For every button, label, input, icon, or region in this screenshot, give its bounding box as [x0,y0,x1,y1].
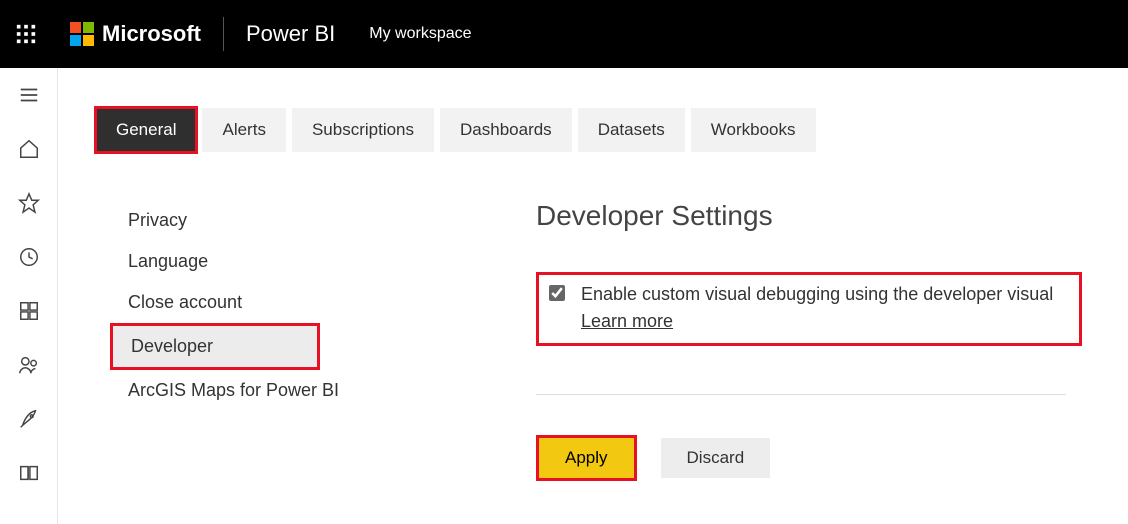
sidebar-item-developer[interactable]: Developer [113,326,317,367]
action-buttons: Apply Discard [536,435,1108,481]
settings-sidebar: Privacy Language Close account Developer… [96,200,536,481]
sidebar-item-language[interactable]: Language [110,241,536,282]
product-name[interactable]: Power BI [246,21,335,47]
highlight-option: Enable custom visual debugging using the… [536,272,1082,346]
settings-tabs: General Alerts Subscriptions Dashboards … [96,108,1128,152]
people-icon[interactable] [16,352,42,378]
hamburger-icon[interactable] [16,82,42,108]
sidebar-item-arcgis[interactable]: ArcGIS Maps for Power BI [110,370,536,411]
section-title: Developer Settings [536,200,1108,232]
tab-alerts[interactable]: Alerts [202,108,285,152]
tab-dashboards[interactable]: Dashboards [440,108,572,152]
main-content: General Alerts Subscriptions Dashboards … [58,68,1128,524]
app-launcher-icon[interactable] [0,0,52,68]
workspace-name[interactable]: My workspace [369,25,471,43]
option-text-block: Enable custom visual debugging using the… [581,281,1053,335]
section-divider [536,394,1066,395]
highlight-developer-item: Developer [110,323,320,370]
tab-workbooks[interactable]: Workbooks [691,108,816,152]
book-icon[interactable] [16,460,42,486]
apply-button[interactable]: Apply [539,438,634,478]
enable-debugging-checkbox[interactable] [549,285,565,301]
microsoft-logo: Microsoft [70,21,201,47]
header-divider [223,17,224,51]
option-label: Enable custom visual debugging using the… [581,284,1053,304]
learn-more-link[interactable]: Learn more [581,311,673,331]
tab-datasets[interactable]: Datasets [578,108,685,152]
tab-general[interactable]: General [96,108,196,152]
home-icon[interactable] [16,136,42,162]
top-app-bar: Microsoft Power BI My workspace [0,0,1128,68]
discard-button[interactable]: Discard [661,438,771,478]
left-nav-rail [0,68,58,524]
star-icon[interactable] [16,190,42,216]
microsoft-logo-icon [70,22,94,46]
highlight-general-tab: General [96,108,196,152]
highlight-apply-button: Apply [536,435,637,481]
sidebar-item-close-account[interactable]: Close account [110,282,536,323]
tab-subscriptions[interactable]: Subscriptions [292,108,434,152]
sidebar-item-privacy[interactable]: Privacy [110,200,536,241]
apps-icon[interactable] [16,298,42,324]
rocket-icon[interactable] [16,406,42,432]
settings-body: Privacy Language Close account Developer… [96,200,1128,481]
settings-detail: Developer Settings Enable custom visual … [536,200,1128,481]
microsoft-brand-text: Microsoft [102,21,201,47]
recent-icon[interactable] [16,244,42,270]
